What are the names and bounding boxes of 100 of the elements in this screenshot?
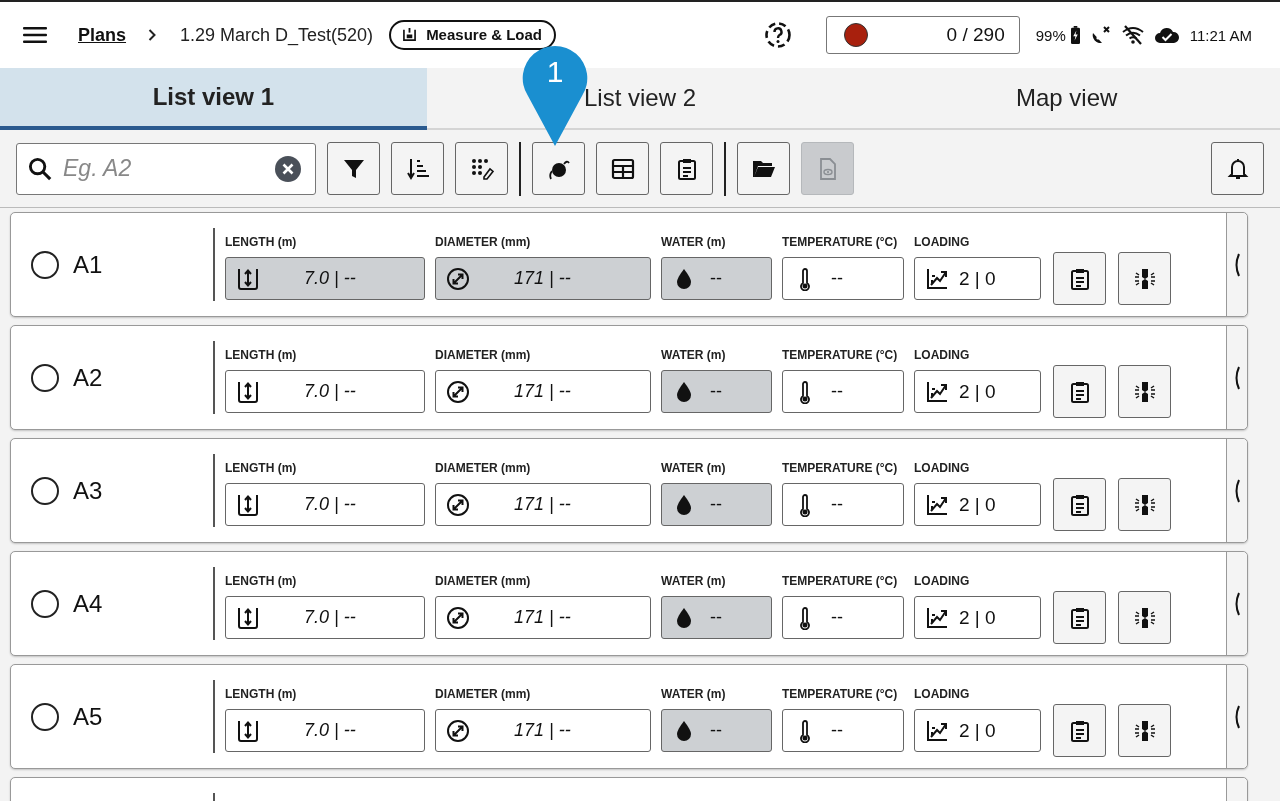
toolbar-button[interactable] — [532, 142, 585, 195]
bracket-icon — [1233, 478, 1241, 503]
measurement-field[interactable]: -- — [782, 370, 904, 413]
broken-pile-icon — [1132, 605, 1157, 630]
diameter-icon — [446, 718, 470, 743]
break-button[interactable] — [1118, 478, 1171, 531]
field-label: WATER (m) — [661, 574, 727, 588]
measurement-field[interactable]: 2 | 0 — [914, 483, 1041, 526]
search-field[interactable]: Eg. A2 — [16, 142, 316, 195]
battery-percent: 99% — [1035, 26, 1066, 44]
toolbar-button[interactable] — [660, 142, 713, 195]
breadcrumb-link[interactable]: Plans — [78, 24, 127, 46]
clock-time: 11:21 AM — [1189, 26, 1252, 44]
diameter-icon — [446, 492, 470, 517]
notes-button[interactable] — [1053, 704, 1106, 757]
field-label: TEMPERATURE (°C) — [782, 235, 899, 249]
measurement-field[interactable]: -- — [661, 370, 772, 413]
radio-button[interactable] — [31, 476, 59, 505]
loading-chart-icon — [925, 266, 949, 291]
measurement-field[interactable]: 171 | -- — [435, 370, 651, 413]
dots-pencil-icon — [469, 156, 494, 181]
field-label: LOADING — [914, 348, 971, 362]
notes-button[interactable] — [1053, 591, 1106, 644]
measurement-field[interactable]: -- — [782, 257, 904, 300]
radio-button[interactable] — [31, 589, 59, 618]
menu-icon[interactable] — [23, 26, 47, 44]
length-icon — [236, 379, 260, 404]
broken-pile-icon — [1132, 266, 1157, 291]
bell-icon — [1225, 156, 1250, 181]
field-label: TEMPERATURE (°C) — [782, 687, 899, 701]
field-value: -- — [830, 720, 843, 741]
measurement-field[interactable]: -- — [661, 257, 772, 300]
diameter-icon — [446, 379, 470, 404]
field-label: TEMPERATURE (°C) — [782, 461, 899, 475]
notes-button[interactable] — [1053, 365, 1106, 418]
break-button[interactable] — [1118, 365, 1171, 418]
item-name: A5 — [73, 702, 103, 731]
field-value: -- — [709, 268, 722, 289]
measurement-field[interactable]: 2 | 0 — [914, 370, 1041, 413]
measurement-field[interactable]: 7.0 | -- — [225, 257, 425, 300]
measurement-field[interactable]: 2 | 0 — [914, 709, 1041, 752]
toolbar-button[interactable] — [391, 142, 444, 195]
toolbar-button[interactable] — [455, 142, 508, 195]
clear-icon[interactable] — [275, 155, 301, 182]
field-label: WATER (m) — [661, 348, 727, 362]
measurement-field[interactable]: -- — [782, 709, 904, 752]
field-value: 7.0 | -- — [303, 268, 357, 289]
field-value: 171 | -- — [513, 494, 572, 515]
measurement-field[interactable]: -- — [782, 483, 904, 526]
radio-button[interactable] — [31, 702, 59, 731]
measurement-field[interactable]: 7.0 | -- — [225, 709, 425, 752]
sort-icon — [405, 156, 430, 181]
expand-handle[interactable] — [1226, 326, 1247, 429]
measurement-field[interactable]: -- — [661, 709, 772, 752]
expand-handle[interactable] — [1226, 552, 1247, 655]
field-label: WATER (m) — [661, 461, 727, 475]
break-button[interactable] — [1118, 591, 1171, 644]
field-value: 2 | 0 — [959, 719, 996, 742]
notes-button[interactable] — [1053, 252, 1106, 305]
measurement-field[interactable]: -- — [661, 483, 772, 526]
expand-handle[interactable] — [1226, 439, 1247, 542]
radio-button[interactable] — [31, 363, 59, 392]
cloud-check-icon — [1153, 26, 1180, 44]
radio-button[interactable] — [31, 250, 59, 279]
field-value: 7.0 | -- — [303, 720, 357, 741]
expand-handle[interactable] — [1226, 213, 1247, 316]
field-value: 7.0 | -- — [303, 381, 357, 402]
view-tab[interactable]: List view 1 — [0, 68, 427, 130]
help-icon[interactable] — [763, 21, 792, 49]
field-value: -- — [709, 381, 722, 402]
measurement-field[interactable]: 171 | -- — [435, 709, 651, 752]
notifications-button[interactable] — [1211, 142, 1264, 195]
bracket-icon — [1233, 704, 1241, 729]
field-value: 171 | -- — [513, 381, 572, 402]
expand-handle[interactable] — [1226, 665, 1247, 768]
measurement-field[interactable]: 171 | -- — [435, 596, 651, 639]
bracket-icon — [1233, 365, 1241, 390]
field-label: WATER (m) — [661, 235, 727, 249]
measurement-field[interactable]: 171 | -- — [435, 257, 651, 300]
field-value: 171 | -- — [513, 607, 572, 628]
break-button[interactable] — [1118, 252, 1171, 305]
toolbar-button[interactable] — [327, 142, 380, 195]
length-icon — [236, 718, 260, 743]
toolbar-button[interactable] — [737, 142, 790, 195]
measurement-field[interactable]: 2 | 0 — [914, 596, 1041, 639]
measurement-field[interactable]: 171 | -- — [435, 483, 651, 526]
measurement-field[interactable]: 7.0 | -- — [225, 596, 425, 639]
diameter-icon — [446, 266, 470, 291]
counter-value: 0 / 290 — [946, 24, 1005, 46]
notes-button[interactable] — [1053, 478, 1106, 531]
measurement-field[interactable]: -- — [661, 596, 772, 639]
break-button[interactable] — [1118, 704, 1171, 757]
measurement-field[interactable]: 7.0 | -- — [225, 370, 425, 413]
field-label: TEMPERATURE (°C) — [782, 574, 899, 588]
measurement-field[interactable]: 7.0 | -- — [225, 483, 425, 526]
measurement-field[interactable]: 2 | 0 — [914, 257, 1041, 300]
search-icon — [28, 156, 52, 181]
measurement-field[interactable]: -- — [782, 596, 904, 639]
wifi-off-icon — [1121, 25, 1144, 45]
toolbar-button[interactable] — [596, 142, 649, 195]
